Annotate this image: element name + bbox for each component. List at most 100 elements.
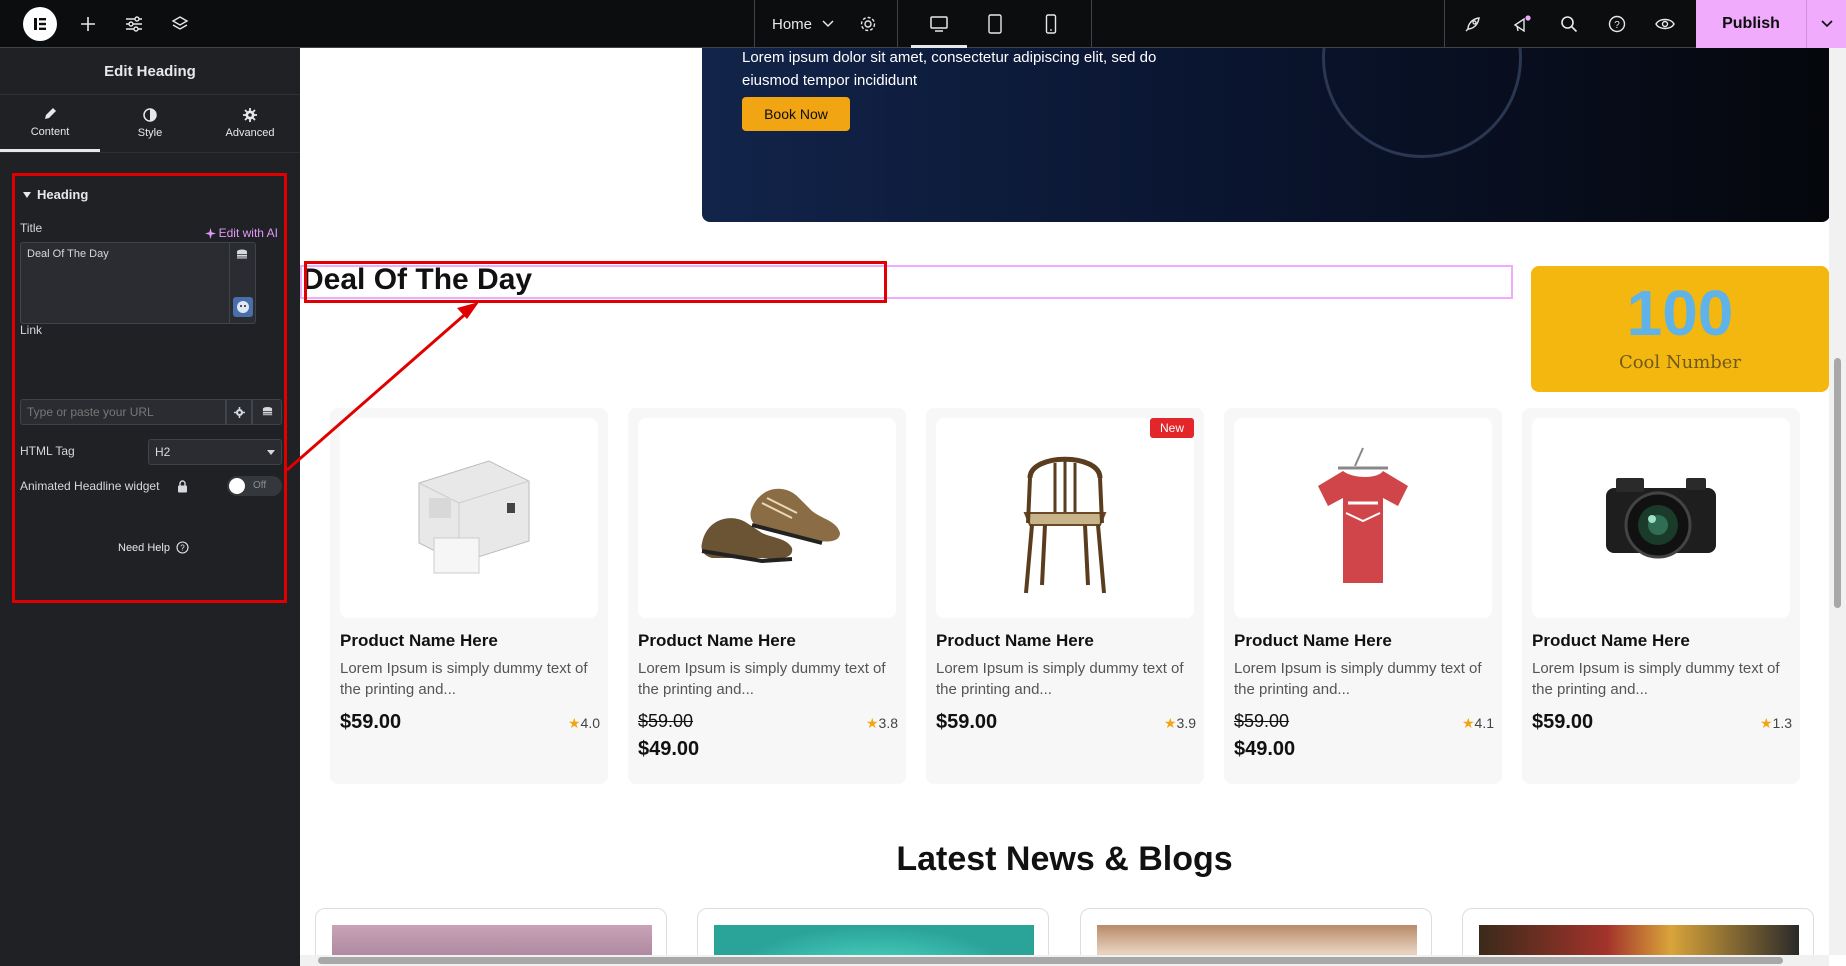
product-name[interactable]: Product Name Here (340, 631, 498, 651)
scrollbar-thumb[interactable] (1834, 358, 1841, 608)
link-options-gear-icon[interactable] (226, 399, 252, 425)
product-rating: ★3.8 (866, 715, 898, 732)
plus-icon[interactable] (72, 0, 104, 48)
tab-label: Style (137, 127, 163, 139)
edit-with-ai-button[interactable]: Edit with AI (204, 226, 278, 240)
help-icon[interactable]: ? (1601, 0, 1633, 48)
title-label: Title (20, 221, 43, 235)
product-card[interactable]: Product Name Here Lorem Ipsum is simply … (330, 408, 608, 784)
star-icon: ★ (1461, 715, 1475, 731)
hero-watch-image (1322, 48, 1522, 158)
publish-options-chevron-down-icon[interactable] (1806, 0, 1846, 48)
product-card[interactable]: Product Name Here Lorem Ipsum is simply … (1522, 408, 1800, 784)
divider (1091, 0, 1092, 48)
product-rating: ★4.0 (568, 715, 600, 732)
new-badge: New (1149, 418, 1194, 438)
dynamic-tags-icon[interactable] (236, 249, 248, 264)
desktop-icon[interactable] (911, 0, 967, 48)
blog-card[interactable] (1462, 908, 1814, 955)
rating-value: 4.1 (1474, 715, 1494, 731)
blog-image (1097, 925, 1417, 955)
hero-text: Lorem ipsum dolor sit amet, consectetur … (742, 49, 1157, 89)
heading-section: Heading Title Edit with AI Deal Of The D… (12, 173, 287, 603)
help-icon: ? (176, 541, 189, 554)
product-name[interactable]: Product Name Here (638, 631, 796, 651)
layers-icon[interactable] (164, 0, 196, 48)
horizontal-scrollbar[interactable] (300, 955, 1829, 966)
section-title: Heading (37, 187, 89, 202)
pencil-icon (45, 107, 56, 119)
book-now-button[interactable]: Book Now (742, 97, 850, 131)
page-settings-gear-icon[interactable] (852, 0, 884, 48)
blog-card[interactable] (315, 908, 667, 955)
caret-down-icon (267, 450, 275, 455)
product-card[interactable]: New Product Name Here Lorem Ipsum is sim… (926, 408, 1204, 784)
hero-banner: Lorem ipsum dolor sit amet, consectetur … (702, 48, 1829, 222)
title-textarea[interactable]: Deal Of The Day (20, 242, 256, 324)
textarea-side-controls (229, 243, 255, 323)
blog-card[interactable] (1080, 908, 1432, 955)
product-name[interactable]: Product Name Here (1532, 631, 1690, 651)
product-price: $59.00 (340, 711, 402, 733)
svg-text:?: ? (1614, 20, 1620, 31)
need-help-link[interactable]: Need Help ? (118, 541, 189, 554)
panel-title: Edit Heading (0, 48, 300, 95)
scrollbar-thumb[interactable] (318, 957, 1783, 964)
product-sale-price: $49.00 (638, 738, 700, 760)
product-description: Lorem Ipsum is simply dummy text of the … (936, 660, 1184, 698)
rocket-icon[interactable] (1457, 0, 1489, 48)
sliders-icon[interactable] (118, 0, 150, 48)
tab-content[interactable]: Content (0, 95, 100, 152)
star-icon: ★ (865, 715, 879, 731)
tab-style[interactable]: Style (100, 95, 200, 152)
toggle-knob (229, 478, 245, 494)
product-rating: ★3.9 (1164, 715, 1196, 732)
section-toggle[interactable]: Heading (23, 187, 88, 202)
sparkle-icon (204, 227, 216, 239)
annotation-highlight-box (304, 261, 887, 303)
product-price: $59.00 (936, 711, 998, 733)
blog-image (714, 925, 1034, 955)
caret-down-icon (23, 191, 31, 198)
tab-label: Content (30, 125, 70, 138)
ai-assistant-icon[interactable] (233, 297, 253, 317)
megaphone-icon[interactable] (1506, 0, 1538, 48)
tab-label: Advanced (225, 127, 275, 139)
divider (1444, 0, 1445, 48)
html-tag-label: HTML Tag (20, 444, 75, 458)
blog-image (332, 925, 652, 955)
product-name[interactable]: Product Name Here (1234, 631, 1392, 651)
camera-image (1532, 418, 1790, 618)
mobile-icon[interactable] (1023, 0, 1079, 48)
html-tag-select[interactable]: H2 (148, 439, 282, 465)
product-description: Lorem Ipsum is simply dummy text of the … (638, 660, 886, 698)
product-card[interactable]: Product Name Here Lorem Ipsum is simply … (628, 408, 906, 784)
tablet-icon[interactable] (967, 0, 1023, 48)
product-card[interactable]: Product Name Here Lorem Ipsum is simply … (1224, 408, 1502, 784)
link-dynamic-tags-icon[interactable] (252, 399, 282, 425)
editor-topbar: Home ? Publish (0, 0, 1846, 48)
link-url-input[interactable]: Type or paste your URL (20, 399, 226, 425)
gear-icon (243, 108, 257, 122)
product-description: Lorem Ipsum is simply dummy text of the … (1234, 660, 1482, 698)
blog-card[interactable] (697, 908, 1049, 955)
svg-text:?: ? (180, 544, 185, 553)
elementor-logo-icon[interactable] (23, 7, 57, 41)
page-selector[interactable]: Home (772, 0, 834, 48)
search-icon[interactable] (1553, 0, 1585, 48)
html-tag-value: H2 (155, 445, 171, 459)
page-name: Home (772, 15, 813, 33)
link-placeholder: Type or paste your URL (27, 405, 154, 419)
blog-image (1479, 925, 1799, 955)
eye-icon[interactable] (1649, 0, 1681, 48)
tab-advanced[interactable]: Advanced (200, 95, 300, 152)
rating-value: 3.8 (878, 715, 898, 731)
divider (897, 0, 898, 48)
animated-headline-toggle[interactable]: Off (227, 476, 282, 496)
divider (754, 0, 755, 48)
product-name[interactable]: Product Name Here (936, 631, 1094, 651)
publish-button[interactable]: Publish (1696, 0, 1806, 48)
product-sale-price: $49.00 (1234, 738, 1296, 760)
link-label: Link (20, 323, 43, 337)
vertical-scrollbar[interactable] (1829, 48, 1846, 955)
